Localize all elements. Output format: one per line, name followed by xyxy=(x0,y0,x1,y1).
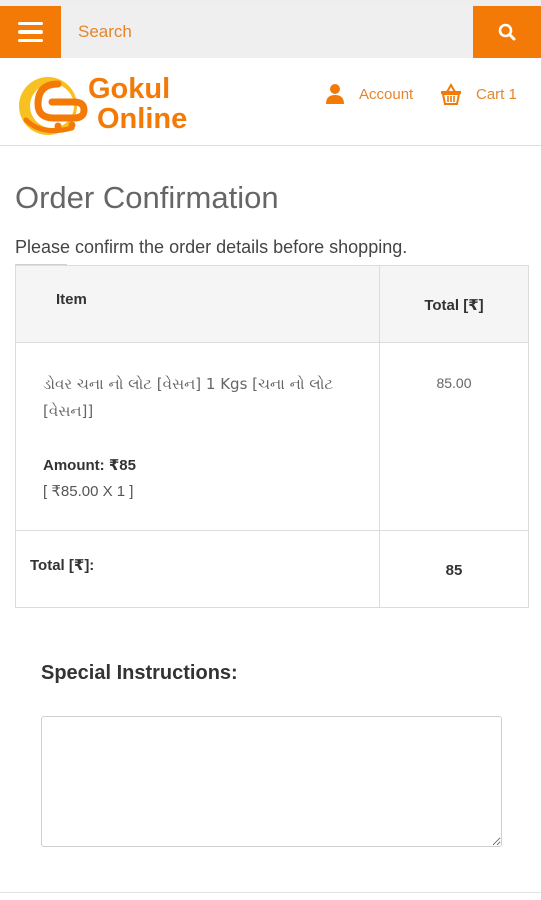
total-column-header: Total [₹] xyxy=(424,297,484,314)
table-total-row: Total [₹]: 85 xyxy=(16,531,528,607)
search-input[interactable] xyxy=(61,6,473,58)
hamburger-icon xyxy=(18,21,43,26)
item-total: 85.00 xyxy=(436,375,472,391)
user-icon xyxy=(326,84,344,104)
table-row: ડોવર ચના નો લોટ [વેસન] 1 Kgs [ચના નો લોટ… xyxy=(16,343,528,531)
site-header: Gokul Online Account Cart 1 xyxy=(0,58,541,146)
cart-link[interactable]: Cart 1 xyxy=(440,83,517,105)
item-column-header: Item xyxy=(56,291,87,308)
column-divider xyxy=(379,266,380,607)
brand-name: Gokul Online xyxy=(88,74,187,134)
logo-mark-icon xyxy=(19,77,88,135)
search-icon xyxy=(498,23,516,41)
footer-divider xyxy=(0,892,541,893)
special-instructions-label: Special Instructions: xyxy=(41,662,238,684)
total-label: Total [₹]: xyxy=(30,557,95,574)
account-label: Account xyxy=(359,85,414,103)
special-instructions-input[interactable] xyxy=(41,716,502,847)
table-header-row: Item Total [₹] xyxy=(16,266,528,343)
total-value: 85 xyxy=(445,562,463,579)
item-amount: Amount: ₹85 xyxy=(43,457,136,474)
top-bar xyxy=(0,0,541,58)
menu-button[interactable] xyxy=(0,6,61,58)
brand-line2: Online xyxy=(97,103,188,135)
item-calculation: [ ₹85.00 X 1 ] xyxy=(43,483,134,500)
order-table: Item Total [₹] ડોવર ચના નો લોટ [વેસન] 1 … xyxy=(15,265,529,608)
hamburger-icon-line xyxy=(18,30,43,34)
page-title: Order Confirmation xyxy=(15,180,279,215)
page-subtitle: Please confirm the order details before … xyxy=(15,237,408,257)
item-name: ડોવર ચના નો લોટ [વેસન] 1 Kgs [ચના નો લોટ… xyxy=(43,375,334,420)
hamburger-icon-line xyxy=(18,38,43,43)
search-button[interactable] xyxy=(473,6,541,58)
brand-logo[interactable]: Gokul Online xyxy=(18,74,203,138)
brand-line1: Gokul xyxy=(88,73,171,105)
account-link[interactable]: Account xyxy=(325,83,413,105)
basket-icon xyxy=(441,83,461,105)
cart-label: Cart 1 xyxy=(476,85,517,103)
